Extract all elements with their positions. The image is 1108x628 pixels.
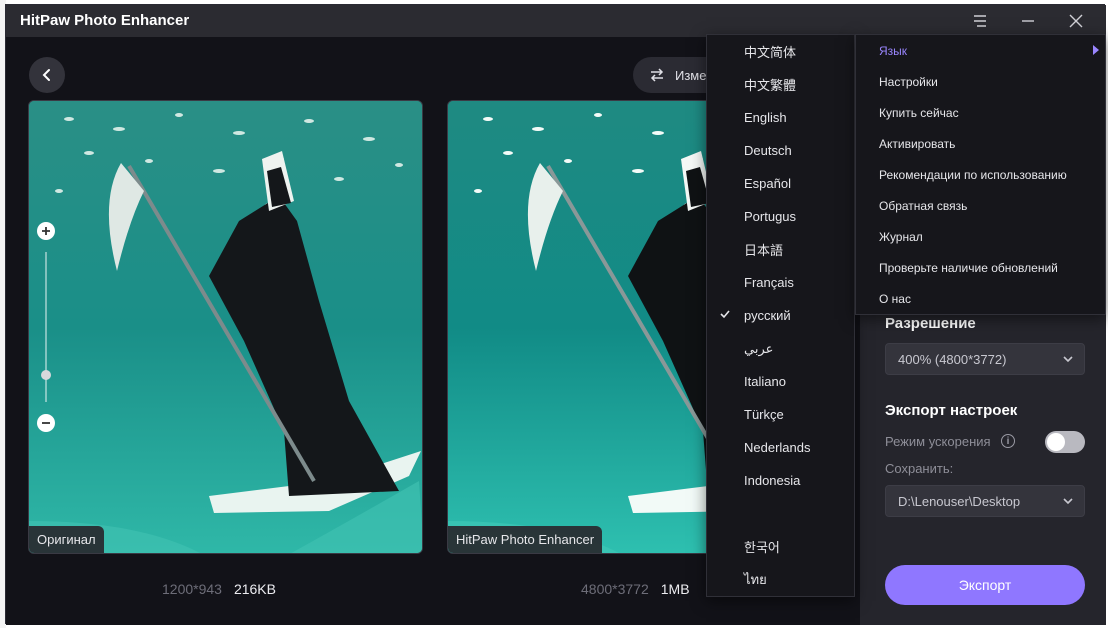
original-file-size: 216KB	[233, 581, 276, 597]
menu-button[interactable]	[963, 5, 997, 37]
language-item-japanese[interactable]: 日本語	[707, 233, 854, 266]
app-title: HitPaw Photo Enhancer	[20, 12, 190, 29]
save-path-value: D:\Lenouser\Desktop	[898, 493, 1021, 509]
resolution-value: 400% (4800*3772)	[898, 351, 1007, 367]
menu-item-settings[interactable]: Настройки	[856, 66, 1105, 97]
menu-item-feedback[interactable]: Обратная связь	[856, 190, 1105, 221]
acceleration-toggle[interactable]	[1045, 431, 1085, 453]
language-item-francais[interactable]: Français	[707, 266, 854, 299]
language-item-thai[interactable]: ไทย	[707, 563, 854, 596]
chevron-down-icon	[1063, 498, 1073, 505]
info-icon[interactable]: i	[1001, 434, 1015, 448]
zoom-slider-thumb[interactable]	[41, 370, 51, 380]
check-icon	[720, 310, 730, 319]
language-item-zh-hans[interactable]: 中文简体	[707, 35, 854, 68]
hamburger-icon	[974, 15, 986, 27]
original-photo	[29, 101, 422, 553]
resolution-heading: Разрешение	[885, 315, 976, 332]
acceleration-label: Режим ускорения	[885, 434, 991, 449]
original-image-panel[interactable]: Оригинал	[28, 100, 423, 554]
language-item-deutsch[interactable]: Deutsch	[707, 134, 854, 167]
compare-label: Изме	[675, 67, 707, 83]
menu-item-about[interactable]: О нас	[856, 283, 1105, 314]
save-path-select[interactable]: D:\Lenouser\Desktop	[885, 485, 1085, 517]
resolution-select[interactable]: 400% (4800*3772)	[885, 343, 1085, 375]
minimize-button[interactable]	[1011, 5, 1045, 37]
close-button[interactable]	[1059, 5, 1093, 37]
main-menu: Язык Настройки Купить сейчас Активироват…	[855, 34, 1106, 315]
triangle-right-icon	[1093, 45, 1099, 55]
menu-item-log[interactable]: Журнал	[856, 221, 1105, 252]
enhanced-label: HitPaw Photo Enhancer	[448, 526, 603, 553]
language-item-label: русский	[744, 308, 791, 323]
chevron-left-icon	[42, 69, 50, 81]
export-button[interactable]: Экспорт	[885, 565, 1085, 605]
menu-item-check-updates[interactable]: Проверьте наличие обновлений	[856, 252, 1105, 283]
back-button[interactable]	[29, 57, 65, 93]
language-item-turkce[interactable]: Türkçe	[707, 398, 854, 431]
save-label: Сохранить:	[885, 461, 954, 476]
title-bar: HitPaw Photo Enhancer	[6, 5, 1106, 37]
language-item-russian[interactable]: русский	[707, 299, 854, 332]
zoom-out-button[interactable]	[37, 414, 55, 432]
enhanced-meta: 4800*3772 1MB	[581, 581, 690, 597]
menu-item-activate[interactable]: Активировать	[856, 128, 1105, 159]
minus-icon	[42, 422, 50, 424]
language-item-arabic[interactable]: عربي	[707, 332, 854, 365]
original-meta: 1200*943 216KB	[162, 581, 276, 597]
original-dimensions: 1200*943	[162, 581, 222, 597]
menu-item-language[interactable]: Язык	[856, 35, 1105, 66]
swap-arrows-icon	[650, 68, 664, 82]
language-item-portugus[interactable]: Portugus	[707, 200, 854, 233]
language-item-espanol[interactable]: Español	[707, 167, 854, 200]
zoom-control	[36, 222, 56, 432]
plus-icon	[42, 227, 50, 235]
minimize-icon	[1022, 20, 1034, 22]
language-item-korean[interactable]: 한국어	[707, 530, 854, 563]
close-icon	[1069, 14, 1083, 28]
language-item-zh-hant[interactable]: 中文繁體	[707, 68, 854, 101]
language-item-english[interactable]: English	[707, 101, 854, 134]
menu-item-buy-now[interactable]: Купить сейчас	[856, 97, 1105, 128]
language-item-nederlands[interactable]: Nederlands	[707, 431, 854, 464]
toggle-knob	[1047, 433, 1065, 451]
enhanced-dimensions: 4800*3772	[581, 581, 649, 597]
chevron-down-icon	[1063, 356, 1073, 363]
export-settings-heading: Экспорт настроек	[885, 402, 1018, 419]
menu-item-label: Язык	[879, 43, 908, 58]
language-item-italiano[interactable]: Italiano	[707, 365, 854, 398]
zoom-in-button[interactable]	[37, 222, 55, 240]
menu-item-user-guide[interactable]: Рекомендации по использованию	[856, 159, 1105, 190]
enhanced-file-size: 1MB	[660, 581, 690, 597]
language-item-indonesia[interactable]: Indonesia	[707, 464, 854, 497]
original-label: Оригинал	[29, 526, 104, 553]
language-menu: 中文简体 中文繁體 English Deutsch Español Portug…	[706, 34, 855, 597]
